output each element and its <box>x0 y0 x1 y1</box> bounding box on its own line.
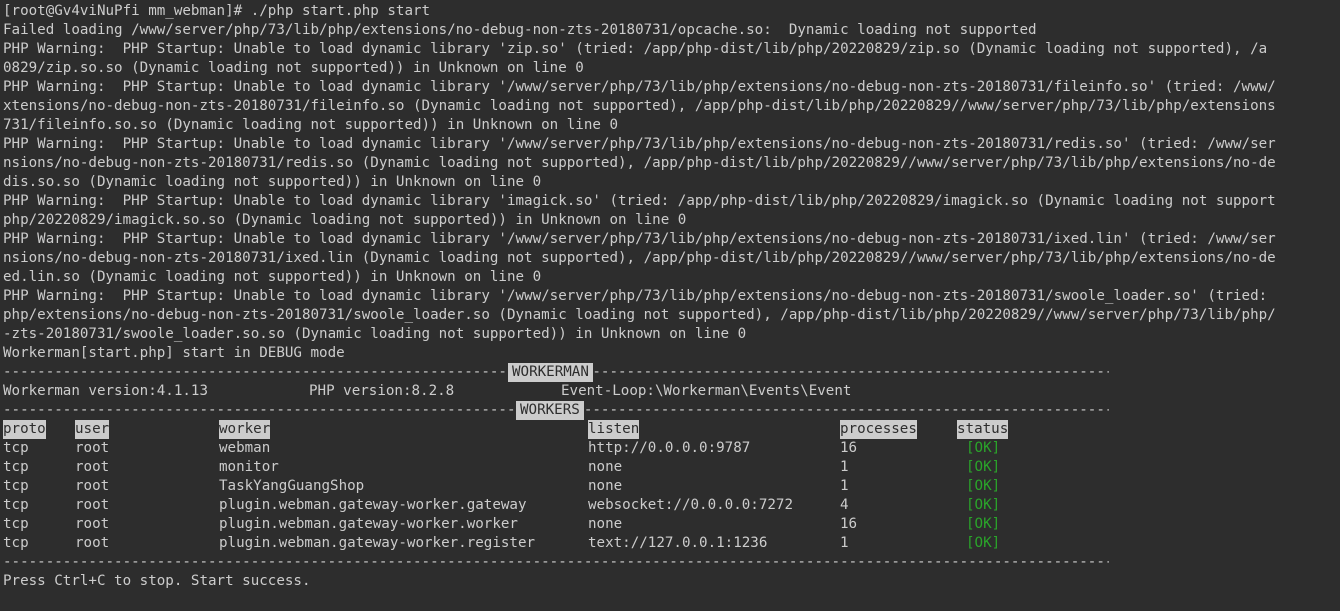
table-cell-processes: 1 <box>840 535 849 551</box>
shell-prompt-command: [root@Gv4viNuPfi mm_webman]# ./php start… <box>3 3 431 19</box>
output-line: ed.lin.so (Dynamic loading not supported… <box>3 269 542 285</box>
column-header-user: user <box>75 420 110 439</box>
event-loop: Event-Loop:\Workerman\Events\Event <box>561 383 852 399</box>
status-ok-badge: [OK] <box>966 497 1001 513</box>
table-cell-worker: plugin.webman.gateway-worker.register <box>219 535 536 551</box>
separator-line: ----------------------------------------… <box>3 554 1109 570</box>
table-cell-listen: http://0.0.0.0:9787 <box>588 440 751 456</box>
table-cell-proto: tcp <box>3 497 29 513</box>
output-line: PHP Warning: PHP Startup: Unable to load… <box>3 79 1276 95</box>
table-cell-worker: webman <box>219 440 271 456</box>
table-cell-proto: tcp <box>3 478 29 494</box>
column-header-status: status <box>957 420 1009 439</box>
debug-mode-line: Workerman[start.php] start in DEBUG mode <box>3 345 345 361</box>
output-line: PHP Warning: PHP Startup: Unable to load… <box>3 41 1268 57</box>
table-cell-proto: tcp <box>3 535 29 551</box>
output-line: dis.so.so (Dynamic loading not supported… <box>3 174 542 190</box>
table-cell-processes: 1 <box>840 478 849 494</box>
status-ok-badge: [OK] <box>966 459 1001 475</box>
workers-banner: WORKERS <box>516 401 584 420</box>
table-cell-user: root <box>75 535 110 551</box>
column-header-proto: proto <box>3 420 46 439</box>
output-line: PHP Warning: PHP Startup: Unable to load… <box>3 193 1276 209</box>
output-line: PHP Warning: PHP Startup: Unable to load… <box>3 288 1276 304</box>
table-cell-proto: tcp <box>3 516 29 532</box>
table-cell-proto: tcp <box>3 459 29 475</box>
table-cell-processes: 1 <box>840 459 849 475</box>
workerman-banner: WORKERMAN <box>508 363 593 382</box>
output-line: Failed loading /www/server/php/73/lib/ph… <box>3 22 1037 38</box>
column-header-processes: processes <box>840 420 917 439</box>
status-ok-badge: [OK] <box>966 478 1001 494</box>
table-cell-worker: TaskYangGuangShop <box>219 478 365 494</box>
table-cell-worker: plugin.webman.gateway-worker.worker <box>219 516 518 532</box>
table-cell-processes: 16 <box>840 516 858 532</box>
table-cell-user: root <box>75 459 110 475</box>
output-line: 731/fileinfo.so.so (Dynamic loading not … <box>3 117 618 133</box>
status-ok-badge: [OK] <box>966 516 1001 532</box>
table-cell-proto: tcp <box>3 440 29 456</box>
table-cell-processes: 4 <box>840 497 849 513</box>
output-line: 0829/zip.so.so (Dynamic loading not supp… <box>3 60 584 76</box>
table-cell-worker: plugin.webman.gateway-worker.gateway <box>219 497 527 513</box>
output-line: xtensions/no-debug-non-zts-20180731/file… <box>3 98 1276 114</box>
table-cell-listen: none <box>588 478 623 494</box>
table-cell-listen: text://127.0.0.1:1236 <box>588 535 768 551</box>
output-line: nsions/no-debug-non-zts-20180731/ixed.li… <box>3 250 1276 266</box>
output-line: PHP Warning: PHP Startup: Unable to load… <box>3 231 1276 247</box>
column-header-worker: worker <box>219 420 271 439</box>
output-line: -zts-20180731/swoole_loader.so.so (Dynam… <box>3 326 747 342</box>
status-ok-badge: [OK] <box>966 535 1001 551</box>
php-version: PHP version:8.2.8 <box>309 383 455 399</box>
table-cell-user: root <box>75 516 110 532</box>
output-line: nsions/no-debug-non-zts-20180731/redis.s… <box>3 155 1276 171</box>
table-cell-user: root <box>75 440 110 456</box>
workerman-version: Workerman version:4.1.13 <box>3 383 208 399</box>
table-cell-worker: monitor <box>219 459 279 475</box>
table-cell-listen: websocket://0.0.0.0:7272 <box>588 497 793 513</box>
output-line: php/20220829/imagick.so.so (Dynamic load… <box>3 212 687 228</box>
output-line: php/extensions/no-debug-non-zts-20180731… <box>3 307 1276 323</box>
output-line: PHP Warning: PHP Startup: Unable to load… <box>3 136 1276 152</box>
terminal-window[interactable]: [root@Gv4viNuPfi mm_webman]# ./php start… <box>0 0 1340 611</box>
table-cell-listen: none <box>588 459 623 475</box>
table-cell-listen: none <box>588 516 623 532</box>
table-cell-user: root <box>75 497 110 513</box>
column-header-listen: listen <box>588 420 640 439</box>
status-ok-badge: [OK] <box>966 440 1001 456</box>
table-cell-processes: 16 <box>840 440 858 456</box>
start-success-message: Press Ctrl+C to stop. Start success. <box>3 573 311 589</box>
table-cell-user: root <box>75 478 110 494</box>
